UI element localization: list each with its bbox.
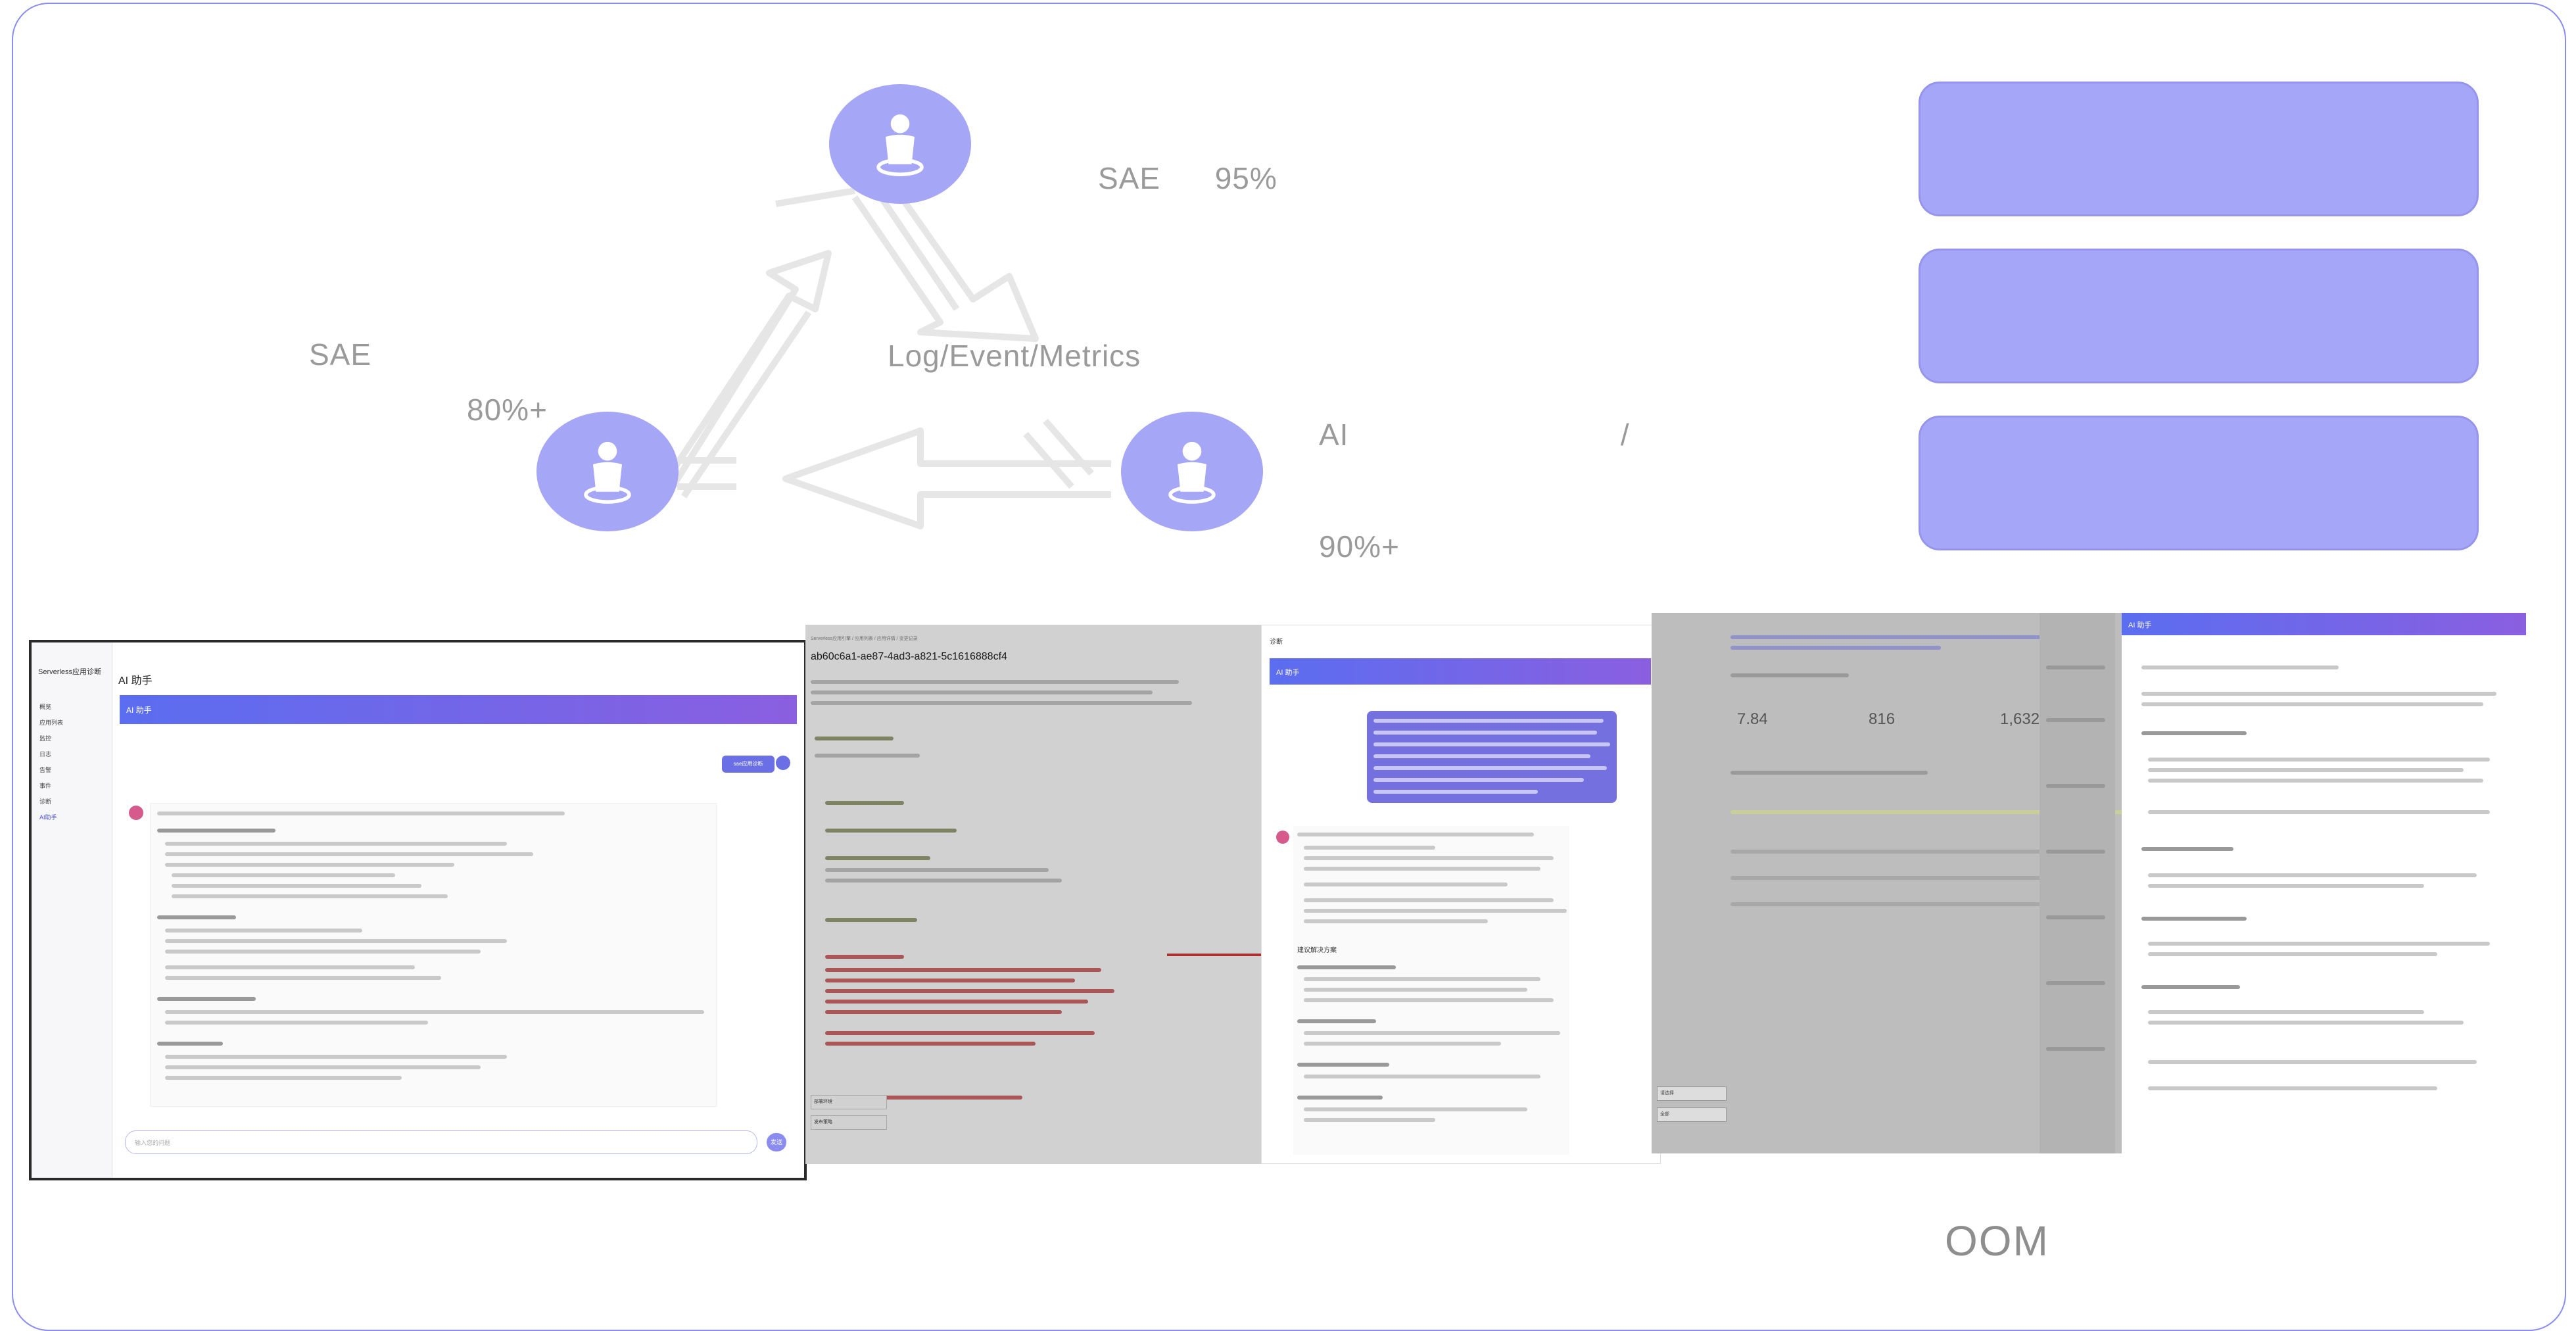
oom-caption: OOM <box>1945 1217 2049 1265</box>
bot-reply <box>150 803 717 1107</box>
center-label: Log/Event/Metrics <box>888 339 1141 373</box>
user-message <box>1367 711 1617 803</box>
footer-select-1[interactable]: 请选择 <box>1657 1086 1727 1101</box>
dialog-header-title: AI 助手 <box>1276 669 1300 677</box>
metric-3: 1,632 <box>2000 710 2040 728</box>
issue-list <box>2039 613 2115 1153</box>
chat-header-title: AI 助手 <box>126 706 152 715</box>
right-label: AI / <box>1319 418 1630 452</box>
dim-overlay <box>805 625 1262 1164</box>
sidebar-item[interactable]: 事件 <box>39 781 105 790</box>
bot-avatar <box>1276 831 1289 844</box>
sidebar: Serverless应用诊断 概览 应用列表 监控 日志 告警 事件 诊断 AI… <box>32 642 112 1178</box>
metric-2: 816 <box>1869 710 1896 728</box>
sidebar-item[interactable]: 监控 <box>39 734 105 742</box>
feature-card-1 <box>1919 82 2479 216</box>
screenshot-oom-analysis: 7.84 816 1,632 请选择 全部 AI 助手 <box>1652 613 2526 1153</box>
chat-header: AI 助手 <box>120 695 797 724</box>
sidebar-nav: 概览 应用列表 监控 日志 告警 事件 诊断 AI助手 <box>39 695 105 829</box>
person-icon <box>584 441 631 504</box>
node-left <box>537 412 679 531</box>
ai-panel-header: AI 助手 <box>2122 613 2526 635</box>
sidebar-item[interactable]: 概览 <box>39 702 105 711</box>
sidebar-item[interactable]: 日志 <box>39 750 105 758</box>
sidebar-item[interactable]: 告警 <box>39 765 105 774</box>
bot-avatar <box>129 806 143 820</box>
dialog-header: AI 助手 <box>1270 658 1651 685</box>
person-icon <box>1168 441 1216 504</box>
chat-input-placeholder: 输入您的问题 <box>135 1140 171 1146</box>
feature-card-3 <box>1919 416 2479 550</box>
top-label: SAE 95% <box>1098 161 1277 195</box>
app-title: Serverless应用诊断 <box>38 668 101 676</box>
dialog-title: 诊断 <box>1270 639 1283 646</box>
right-percent: 90%+ <box>1319 529 1400 564</box>
person-icon <box>876 114 924 176</box>
user-avatar <box>776 756 790 770</box>
node-right <box>1121 412 1263 531</box>
user-message: sae应用诊断 <box>722 756 775 773</box>
section-title: 建议解决方案 <box>1297 947 1337 954</box>
sidebar-item[interactable]: 应用列表 <box>39 718 105 727</box>
metric-1: 7.84 <box>1737 710 1768 728</box>
page-title: AI 助手 <box>118 675 153 687</box>
left-label: SAE <box>309 337 372 372</box>
sidebar-item[interactable]: 诊断 <box>39 797 105 806</box>
node-top <box>829 84 971 204</box>
ai-panel-title: AI 助手 <box>2128 621 2152 629</box>
sidebar-item-active[interactable]: AI助手 <box>39 813 105 821</box>
bot-reply: 建议解决方案 <box>1293 826 1569 1155</box>
screenshot-ai-diagnosis: 诊断 AI 助手 建议解决方案 <box>1261 625 1661 1164</box>
screenshot-ai-assistant: Serverless应用诊断 概览 应用列表 监控 日志 告警 事件 诊断 AI… <box>29 640 807 1180</box>
chat-input[interactable]: 输入您的问题 <box>125 1130 757 1154</box>
left-percent: 80%+ <box>467 393 548 427</box>
ai-side-panel: AI 助手 <box>2122 613 2526 1153</box>
footer-select-2[interactable]: 全部 <box>1657 1107 1727 1122</box>
feature-card-2 <box>1919 249 2479 383</box>
send-button[interactable]: 发送 <box>767 1133 786 1151</box>
screenshot-change-record: Serverless应用引擎 / 应用列表 / 应用详情 / 变更记录 ab60… <box>805 625 1262 1164</box>
